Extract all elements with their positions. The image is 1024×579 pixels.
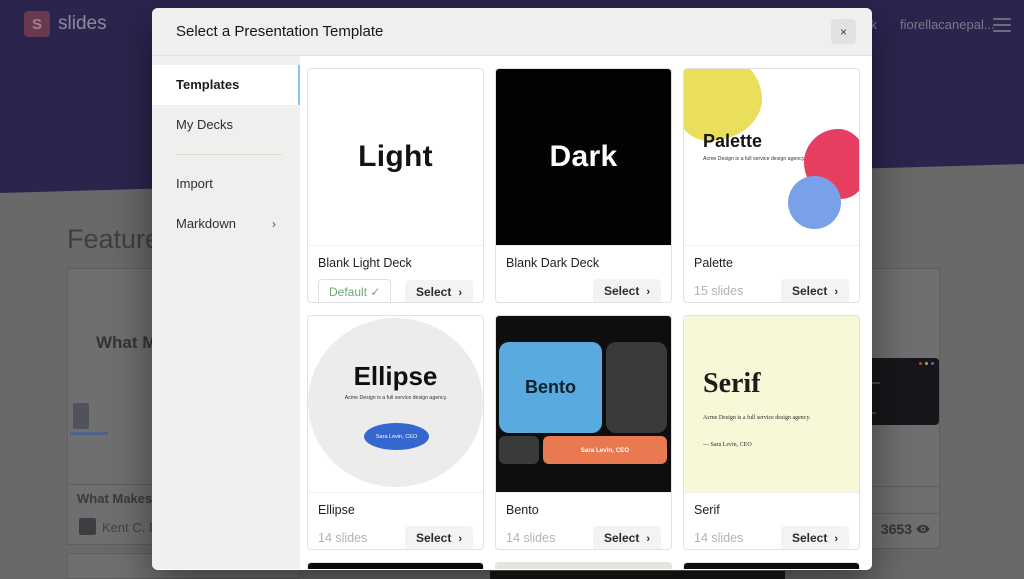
preview-title: Light xyxy=(358,140,433,173)
slide-count: 14 slides xyxy=(506,531,556,545)
default-badge: Default ✓ xyxy=(318,279,392,302)
bento-small-tile xyxy=(499,436,539,464)
template-card-ellipse[interactable]: Ellipse Acme Design is a full service de… xyxy=(307,315,484,550)
template-card-dark[interactable]: Dark Blank Dark Deck Select › xyxy=(495,68,672,303)
template-card-palette[interactable]: Palette Acme Design is a full service de… xyxy=(683,68,860,303)
template-preview-serif: Serif Acme Design is a full service desi… xyxy=(684,316,859,493)
modal-title: Select a Presentation Template xyxy=(176,23,384,40)
template-preview xyxy=(496,563,671,569)
template-preview-ellipse: Ellipse Acme Design is a full service de… xyxy=(308,316,483,493)
chevron-right-icon: › xyxy=(646,533,650,545)
template-name: Bento xyxy=(506,503,539,517)
chevron-right-icon: › xyxy=(458,533,462,545)
brand-name[interactable]: slides xyxy=(58,13,107,35)
template-preview-palette: Palette Acme Design is a full service de… xyxy=(684,69,859,246)
select-button[interactable]: Select › xyxy=(780,526,849,549)
background-dark-strip xyxy=(490,571,785,579)
bento-gray-tile xyxy=(606,342,667,433)
modal-sidebar: Templates My Decks Import Markdown › xyxy=(152,56,300,569)
preview-title: Serif xyxy=(703,368,761,399)
chevron-right-icon: › xyxy=(834,286,838,298)
template-card-bento[interactable]: Bento Sara Levin, CEO Bento 14 slides Se… xyxy=(495,315,672,550)
chevron-right-icon: › xyxy=(646,286,650,298)
template-preview-light: Light xyxy=(308,69,483,246)
template-preview-dark: Dark xyxy=(496,69,671,246)
slide-count: 15 slides xyxy=(694,284,744,298)
preview-title: Bento xyxy=(525,377,576,397)
chevron-right-icon: › xyxy=(834,533,838,545)
template-card-light[interactable]: Light Blank Light Deck Default ✓ Select › xyxy=(307,68,484,303)
blue-pill-shape: Sara Levin, CEO xyxy=(364,423,429,450)
template-card-partial[interactable] xyxy=(307,562,484,569)
select-button[interactable]: Select › xyxy=(592,279,661,302)
chevron-right-icon: › xyxy=(272,217,276,231)
sidebar-item-label: Import Markdown xyxy=(176,176,236,231)
slide-count: 14 slides xyxy=(694,531,744,545)
preview-title: Dark xyxy=(549,140,618,173)
close-icon[interactable]: × xyxy=(831,19,856,44)
preview-title: Ellipse xyxy=(353,361,438,391)
slide-count: 14 slides xyxy=(318,531,368,545)
sidebar-item-import-markdown[interactable]: Import Markdown › xyxy=(152,164,300,231)
slides-logo[interactable]: S xyxy=(24,11,50,37)
template-name: Serif xyxy=(694,503,720,517)
template-preview-bento: Bento Sara Levin, CEO xyxy=(496,316,671,493)
view-count: 3653 xyxy=(880,521,912,537)
sidebar-item-templates[interactable]: Templates xyxy=(152,65,300,105)
sidebar-item-label: Templates xyxy=(176,77,240,92)
template-card-partial[interactable] xyxy=(495,562,672,569)
speaker-handle-text xyxy=(70,432,108,435)
template-name: Ellipse xyxy=(318,503,355,517)
blue-circle-shape xyxy=(788,176,841,229)
template-name: Palette xyxy=(694,256,733,270)
author-avatar xyxy=(79,518,96,535)
screen: S slides ck fiorellacanepal... Featured … xyxy=(0,0,1024,579)
preview-badge: Sara Levin, CEO xyxy=(580,446,630,454)
template-name: Blank Dark Deck xyxy=(506,256,600,270)
sidebar-item-my-decks[interactable]: My Decks xyxy=(152,105,300,145)
template-preview xyxy=(684,563,859,569)
eye-icon xyxy=(916,524,930,534)
preview-subtitle: Acme Design is a full service design age… xyxy=(344,394,447,401)
chevron-right-icon: › xyxy=(458,287,462,299)
select-button[interactable]: Select › xyxy=(780,279,849,302)
sidebar-item-label: My Decks xyxy=(176,117,234,132)
template-preview xyxy=(308,563,483,569)
select-button[interactable]: Select › xyxy=(404,280,473,302)
username-menu[interactable]: fiorellacanepal... xyxy=(900,17,995,32)
template-card-serif[interactable]: Serif Acme Design is a full service desi… xyxy=(683,315,860,550)
select-button[interactable]: Select › xyxy=(592,526,661,549)
preview-title: Palette xyxy=(703,131,763,151)
template-grid: Light Blank Light Deck Default ✓ Select ›… xyxy=(300,56,872,569)
hamburger-icon[interactable] xyxy=(993,18,1011,36)
preview-badge: Sara Levin, CEO xyxy=(375,433,418,440)
bento-blue-tile: Bento xyxy=(499,342,602,433)
speaker-photo xyxy=(73,403,89,429)
logo-letter: S xyxy=(31,15,42,33)
select-button[interactable]: Select › xyxy=(404,526,473,549)
preview-attribution: — Sara Levin, CEO xyxy=(703,441,752,448)
modal-header: Select a Presentation Template × xyxy=(152,8,872,56)
template-card-partial[interactable] xyxy=(683,562,860,569)
gray-circle-shape xyxy=(308,318,483,487)
template-picker-modal: Select a Presentation Template × Templat… xyxy=(152,8,872,570)
preview-subtitle: Acme Design is a full service design age… xyxy=(703,156,806,162)
sidebar-divider xyxy=(176,154,282,155)
bento-orange-tile: Sara Levin, CEO xyxy=(543,436,667,464)
preview-subtitle: Acme Design is a full service design age… xyxy=(703,414,811,421)
window-dots-icon xyxy=(919,362,934,365)
template-name: Blank Light Deck xyxy=(318,256,412,270)
